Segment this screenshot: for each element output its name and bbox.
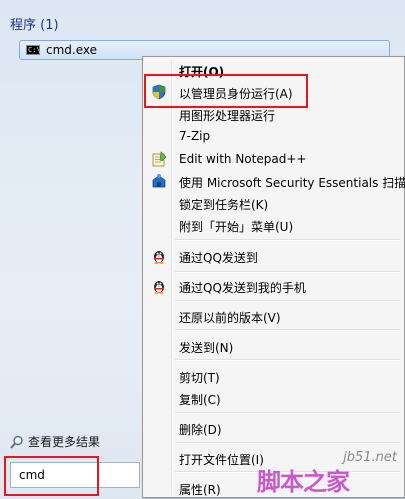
menu-item-label: 附到「开始」菜单(U) (179, 220, 294, 234)
menu-item-label: 通过QQ发送到 (179, 251, 258, 265)
menu-item-label: 锁定到任务栏(K) (179, 198, 269, 212)
menu-item-label: 7-Zip (179, 129, 211, 143)
menu-item-label: 打开(O) (179, 65, 225, 79)
menu-item-send-via-qq[interactable]: 通过QQ发送到 (145, 245, 402, 267)
menu-item-send-via-qq-phone[interactable]: 通过QQ发送到我的手机 (145, 275, 402, 297)
menu-item-label: 使用 Microsoft Security Essentials 扫描... (179, 176, 405, 190)
menu-item-open[interactable]: 打开(O) (145, 59, 402, 81)
menu-item-label: 还原以前的版本(V) (179, 311, 281, 325)
context-menu: 打开(O) 以管理员身份运行(A) 用图形处理器运行 7-Zip Edit wi… (142, 56, 405, 498)
menu-separator (175, 471, 400, 473)
menu-item-open-file-location[interactable]: 打开文件位置(I) (145, 447, 402, 469)
search-input-value: cmd (19, 468, 45, 482)
qq-penguin-icon (151, 248, 167, 264)
qq-penguin-icon (151, 278, 167, 294)
menu-item-label: 通过QQ发送到我的手机 (179, 281, 306, 295)
notepad-plus-plus-icon (151, 151, 167, 167)
menu-separator (175, 442, 400, 444)
program-item-label: cmd.exe (46, 43, 98, 57)
menu-item-label: Edit with Notepad++ (179, 152, 307, 166)
menu-item-run-as-admin[interactable]: 以管理员身份运行(A) (145, 81, 402, 103)
menu-separator (175, 239, 400, 241)
menu-item-label: 发送到(N) (179, 341, 234, 355)
menu-item-send-to[interactable]: 发送到(N) (145, 335, 402, 357)
see-more-results-link[interactable]: 查看更多结果 (10, 433, 100, 450)
menu-item-run-with-gpu[interactable]: 用图形处理器运行 (145, 103, 402, 125)
menu-item-label: 删除(D) (179, 423, 222, 437)
search-icon (10, 435, 24, 449)
menu-item-pin-taskbar[interactable]: 锁定到任务栏(K) (145, 192, 402, 214)
menu-item-mse-scan[interactable]: 使用 Microsoft Security Essentials 扫描... (145, 170, 405, 192)
menu-item-copy[interactable]: 复制(C) (145, 387, 402, 409)
cmd-icon: C:\ (26, 45, 41, 55)
search-input[interactable]: cmd (10, 462, 140, 488)
menu-item-7zip[interactable]: 7-Zip (145, 125, 402, 147)
menu-item-cut[interactable]: 剪切(T) (145, 365, 402, 387)
menu-item-properties[interactable]: 属性(R) (145, 477, 402, 499)
menu-item-label: 打开文件位置(I) (179, 453, 264, 467)
menu-item-label: 剪切(T) (179, 371, 220, 385)
menu-item-restore-versions[interactable]: 还原以前的版本(V) (145, 305, 402, 327)
menu-item-pin-start[interactable]: 附到「开始」菜单(U) (145, 214, 402, 236)
menu-separator (175, 412, 400, 414)
menu-item-label: 属性(R) (179, 483, 221, 497)
menu-item-edit-notepad[interactable]: Edit with Notepad++ (145, 148, 402, 170)
menu-item-label: 复制(C) (179, 393, 221, 407)
menu-item-label: 用图形处理器运行 (179, 109, 276, 123)
uac-shield-icon (151, 84, 167, 100)
security-essentials-icon (151, 173, 167, 189)
programs-section-title: 程序 (1) (10, 18, 59, 33)
menu-item-delete[interactable]: 删除(D) (145, 417, 402, 439)
see-more-label: 查看更多结果 (28, 435, 101, 449)
menu-separator (175, 329, 400, 331)
menu-separator (175, 271, 400, 273)
menu-item-label: 以管理员身份运行(A) (179, 87, 293, 101)
menu-separator (175, 300, 400, 302)
menu-separator (175, 359, 400, 361)
